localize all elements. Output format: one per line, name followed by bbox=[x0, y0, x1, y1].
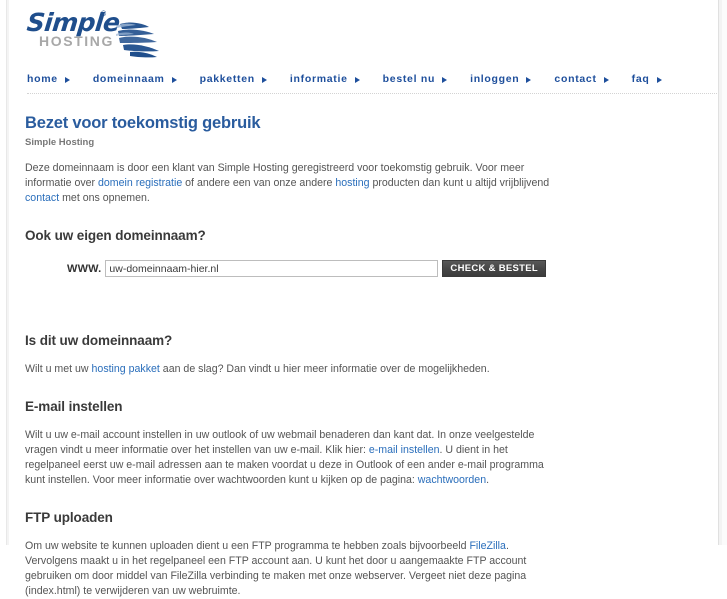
chevron-right-icon bbox=[442, 77, 448, 83]
nav-list: home domeinnaam pakketten informatie bes… bbox=[27, 68, 718, 90]
nav-item-label: faq bbox=[631, 73, 650, 85]
check-and-order-button[interactable]: CHECK & BESTEL bbox=[442, 260, 547, 277]
is-dit-section-body: Wilt u met uw hosting pakket aan de slag… bbox=[25, 362, 706, 377]
intro-paragraph: Deze domeinnaam is door een klant van Si… bbox=[25, 161, 555, 206]
nav-item-informatie[interactable]: informatie bbox=[290, 73, 360, 85]
nav-item-label: contact bbox=[554, 73, 597, 85]
nav-item-inloggen[interactable]: inloggen bbox=[470, 73, 532, 85]
nav-item-bestel-nu[interactable]: bestel nu bbox=[382, 73, 448, 85]
intro-text-3: producten dan kunt u altijd vrijblijvend bbox=[369, 177, 550, 189]
domain-search-input[interactable] bbox=[105, 260, 439, 277]
domain-search-form: WWW. CHECK & BESTEL bbox=[25, 260, 706, 277]
ftp-text-1: Om uw website te kunnen uploaden dient u… bbox=[25, 540, 470, 552]
page-content: Simple ® HOSTING home domeinnaam pakkett… bbox=[9, 0, 718, 597]
link-hosting[interactable]: hosting bbox=[335, 177, 369, 189]
chevron-right-icon bbox=[261, 77, 267, 83]
link-hosting-pakket[interactable]: hosting pakket bbox=[92, 363, 160, 375]
email-text-3: . bbox=[486, 474, 490, 486]
chevron-right-icon bbox=[171, 77, 177, 83]
nav-item-label: informatie bbox=[289, 73, 348, 85]
page-title: Bezet voor toekomstig gebruik bbox=[25, 114, 261, 132]
email-section-body: Wilt u uw e-mail account instellen in uw… bbox=[25, 428, 706, 488]
nav-item-label: pakketten bbox=[199, 73, 255, 85]
is-dit-text-2: aan de slag? Dan vindt u hier meer infor… bbox=[159, 363, 490, 375]
nav-item-pakketten[interactable]: pakketten bbox=[200, 73, 267, 85]
page-frame: Simple ® HOSTING home domeinnaam pakkett… bbox=[0, 0, 727, 597]
nav-item-label: domeinnaam bbox=[92, 73, 165, 85]
site-header: Simple ® HOSTING bbox=[9, 0, 718, 68]
page-subtitle: Simple Hosting bbox=[25, 137, 95, 148]
www-prefix-label: WWW. bbox=[67, 262, 102, 275]
link-filezilla[interactable]: FileZilla bbox=[469, 540, 506, 552]
email-paragraph: Wilt u uw e-mail account instellen in uw… bbox=[25, 428, 555, 488]
nav-item-label: bestel nu bbox=[382, 73, 436, 85]
link-contact[interactable]: contact bbox=[25, 192, 59, 204]
heading-domein-section: Ook uw eigen domeinnaam? bbox=[25, 228, 206, 243]
nav-item-contact[interactable]: contact bbox=[554, 73, 609, 85]
logo-subtitle: HOSTING bbox=[39, 33, 114, 49]
logo-registered-mark: ® bbox=[101, 11, 107, 18]
nav-item-domeinnaam[interactable]: domeinnaam bbox=[93, 73, 177, 85]
heading-ftp-uploaden: FTP uploaden bbox=[25, 510, 113, 525]
nav-item-label: inloggen bbox=[470, 73, 520, 85]
chevron-right-icon bbox=[64, 77, 70, 83]
nav-divider bbox=[27, 93, 717, 94]
heading-email-instellen: E-mail instellen bbox=[25, 399, 123, 414]
heading-is-dit-uw-domeinnaam: Is dit uw domeinnaam? bbox=[25, 333, 173, 348]
is-dit-text-1: Wilt u met uw bbox=[25, 363, 92, 375]
chevron-right-icon bbox=[354, 77, 360, 83]
chevron-right-icon bbox=[603, 77, 609, 83]
feather-swoosh-icon bbox=[116, 20, 162, 60]
nav-item-faq[interactable]: faq bbox=[632, 73, 662, 85]
chevron-right-icon bbox=[526, 77, 532, 83]
intro-text-2: of andere een van onze andere bbox=[182, 177, 336, 189]
ftp-paragraph: Om uw website te kunnen uploaden dient u… bbox=[25, 539, 555, 599]
site-logo[interactable]: Simple ® HOSTING bbox=[21, 8, 161, 60]
link-email-instellen[interactable]: e-mail instellen bbox=[369, 444, 440, 456]
link-domein-registratie[interactable]: domein registratie bbox=[98, 177, 182, 189]
page-right-shadow-outer bbox=[722, 0, 727, 545]
main-content: Bezet voor toekomstig gebruik Simple Hos… bbox=[9, 96, 718, 599]
ftp-section-body: Om uw website te kunnen uploaden dient u… bbox=[25, 539, 706, 599]
intro-text-4: met ons opnemen. bbox=[59, 192, 150, 204]
chevron-right-icon bbox=[656, 77, 662, 83]
nav-item-label: home bbox=[27, 73, 58, 85]
link-wachtwoorden[interactable]: wachtwoorden bbox=[418, 474, 486, 486]
is-dit-paragraph: Wilt u met uw hosting pakket aan de slag… bbox=[25, 362, 555, 377]
main-navigation: home domeinnaam pakketten informatie bes… bbox=[9, 68, 718, 96]
nav-item-home[interactable]: home bbox=[27, 73, 70, 85]
